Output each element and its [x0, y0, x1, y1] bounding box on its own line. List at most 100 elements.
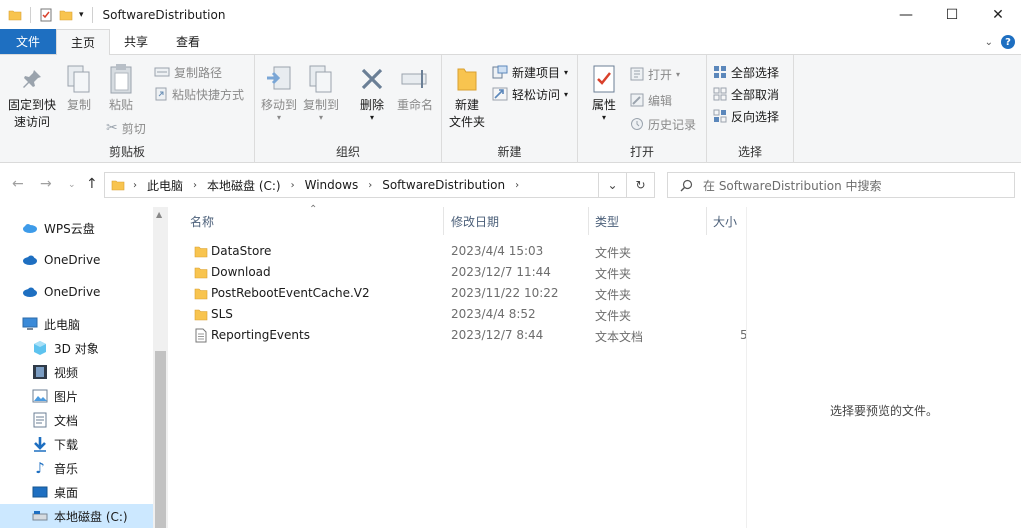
copy-to-button[interactable]: 复制到 ▾: [301, 61, 341, 122]
select-all-button[interactable]: 全部选择: [713, 62, 779, 82]
forward-arrow-icon[interactable]: →: [40, 176, 52, 192]
column-header-size[interactable]: 大小: [713, 207, 737, 235]
select-all-icon: [714, 66, 726, 78]
tab-home[interactable]: 主页: [56, 29, 111, 55]
help-icon[interactable]: ?: [1001, 35, 1015, 49]
delete-icon: [361, 68, 383, 90]
chevron-right-icon[interactable]: ›: [133, 180, 137, 191]
paste-shortcut-button[interactable]: 粘贴快捷方式: [154, 84, 244, 104]
column-divider[interactable]: [443, 207, 444, 235]
file-date: 2023/4/4 15:03: [451, 244, 544, 258]
select-none-button[interactable]: 全部取消: [713, 84, 779, 104]
expand-ribbon-icon[interactable]: ⌄: [985, 37, 993, 48]
paste-button[interactable]: 粘贴: [102, 61, 140, 114]
clipboard-group-label: 剪贴板: [108, 145, 145, 159]
select-group: 全部选择 全部取消 反向选择 选择: [707, 55, 794, 163]
customize-toolbar-icon[interactable]: ▾: [79, 10, 84, 20]
computer-icon: [22, 317, 38, 330]
cut-button[interactable]: ✂ 剪切: [106, 118, 146, 138]
column-divider[interactable]: [706, 207, 707, 235]
pin-quick-access-button[interactable]: 固定到快 速访问: [4, 61, 60, 131]
nav-scrollbar[interactable]: ▲: [153, 207, 168, 528]
properties-icon: [593, 65, 615, 93]
table-row[interactable]: Download 2023/12/7 11:44 文件夹: [168, 262, 746, 283]
chevron-right-icon[interactable]: ›: [515, 180, 519, 191]
column-header-date[interactable]: 修改日期: [451, 207, 499, 235]
move-to-button[interactable]: 移动到 ▾: [259, 61, 299, 122]
column-header-type[interactable]: 类型: [595, 207, 619, 235]
scissors-icon: ✂: [106, 120, 118, 136]
nav-item-videos[interactable]: 视频: [32, 360, 78, 384]
nav-item-downloads[interactable]: 下载: [32, 432, 78, 456]
back-arrow-icon[interactable]: ←: [12, 176, 24, 192]
breadcrumb-this-pc[interactable]: 此电脑: [147, 177, 183, 194]
table-row[interactable]: ReportingEvents 2023/12/7 8:44 文本文档 5: [168, 325, 748, 346]
copy-button[interactable]: 复制: [60, 61, 98, 114]
chevron-right-icon[interactable]: ›: [291, 180, 295, 191]
file-date: 2023/4/4 8:52: [451, 307, 536, 321]
nav-item-local-disk[interactable]: 本地磁盘 (C:): [0, 504, 153, 528]
recent-locations-icon[interactable]: ⌄: [68, 180, 76, 190]
table-row[interactable]: DataStore 2023/4/4 15:03 文件夹: [168, 241, 746, 262]
search-input[interactable]: 在 SoftwareDistribution 中搜索: [667, 172, 1015, 198]
paste-icon: [110, 64, 132, 94]
nav-item-3d-objects[interactable]: 3D 对象: [32, 336, 99, 360]
new-item-button[interactable]: 新建项目 ▾: [492, 62, 568, 82]
open-icon: [630, 67, 644, 81]
tab-view[interactable]: 查看: [162, 29, 214, 54]
breadcrumb-windows[interactable]: Windows: [305, 178, 359, 192]
address-row: ← → ⌄ ↑ › 此电脑 › 本地磁盘 (C:) › Windows › So…: [0, 163, 1021, 207]
chevron-right-icon[interactable]: ›: [368, 180, 372, 191]
select-none-icon: [713, 87, 727, 101]
nav-item-wps-cloud[interactable]: WPS云盘: [22, 216, 95, 240]
nav-item-this-pc[interactable]: 此电脑: [22, 312, 80, 336]
column-divider[interactable]: [588, 207, 589, 235]
maximize-button[interactable]: ☐: [929, 0, 975, 30]
nav-item-desktop[interactable]: 桌面: [32, 480, 78, 504]
divider: [30, 7, 31, 23]
scroll-up-icon[interactable]: ▲: [156, 210, 162, 219]
file-list: ⌃ 名称 修改日期 类型 大小 DataStore 2023/4/4 15:03…: [168, 204, 748, 528]
nav-item-onedrive-2[interactable]: OneDrive: [22, 280, 100, 304]
tab-file[interactable]: 文件: [0, 29, 56, 54]
title-bar: ▾ SoftwareDistribution — ☐ ✕: [0, 0, 1021, 30]
open-button[interactable]: 打开 ▾: [630, 64, 680, 84]
nav-item-pictures[interactable]: 图片: [32, 384, 78, 408]
refresh-icon[interactable]: ↻: [626, 173, 654, 197]
close-button[interactable]: ✕: [975, 0, 1021, 30]
address-bar[interactable]: › 此电脑 › 本地磁盘 (C:) › Windows › SoftwareDi…: [104, 172, 655, 198]
nav-item-onedrive[interactable]: OneDrive: [22, 248, 100, 272]
new-group: 新建 文件夹 新建项目 ▾ 轻松访问 ▾ 新建: [442, 55, 578, 163]
table-row[interactable]: PostRebootEventCache.V2 2023/11/22 10:22…: [168, 283, 746, 304]
document-icon: [33, 412, 47, 428]
properties-icon[interactable]: [39, 8, 53, 22]
column-header-name[interactable]: 名称: [190, 207, 214, 235]
rename-button[interactable]: 重命名: [393, 61, 437, 114]
easy-access-button[interactable]: 轻松访问 ▾: [492, 84, 568, 104]
file-date: 2023/11/22 10:22: [451, 286, 559, 300]
chevron-right-icon[interactable]: ›: [193, 180, 197, 191]
breadcrumb-local-disk[interactable]: 本地磁盘 (C:): [207, 177, 281, 194]
nav-item-documents[interactable]: 文档: [32, 408, 78, 432]
picture-icon: [32, 389, 48, 403]
new-folder-button[interactable]: 新建 文件夹: [446, 61, 488, 131]
invert-selection-button[interactable]: 反向选择: [713, 106, 779, 126]
scrollbar-thumb[interactable]: [155, 351, 166, 528]
up-arrow-icon[interactable]: ↑: [86, 176, 98, 192]
delete-button[interactable]: 删除 ▾: [354, 61, 390, 122]
breadcrumb-softwaredistribution[interactable]: SoftwareDistribution: [382, 178, 505, 192]
edit-button[interactable]: 编辑: [630, 90, 672, 110]
preview-pane: 选择要预览的文件。: [746, 207, 1021, 528]
copy-icon: [67, 65, 90, 93]
table-row[interactable]: SLS 2023/4/4 8:52 文件夹: [168, 304, 746, 325]
copy-path-button[interactable]: 复制路径: [154, 62, 222, 82]
minimize-button[interactable]: —: [883, 0, 929, 30]
history-button[interactable]: 历史记录: [630, 114, 696, 134]
tab-share[interactable]: 共享: [110, 29, 162, 54]
onedrive-icon: [23, 287, 37, 297]
new-folder-icon[interactable]: [59, 8, 73, 22]
address-history-dropdown[interactable]: ⌄: [598, 173, 626, 197]
nav-item-music[interactable]: ♪ 音乐: [32, 456, 78, 480]
history-icon: [631, 118, 643, 130]
properties-button[interactable]: 属性 ▾: [586, 61, 622, 122]
